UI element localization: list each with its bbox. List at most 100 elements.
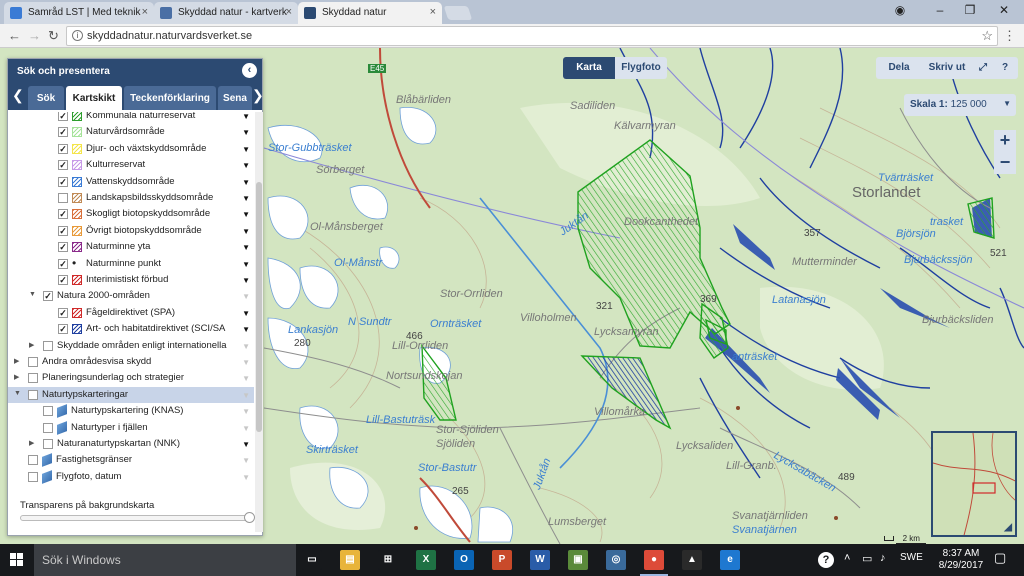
transparency-slider[interactable]	[20, 512, 255, 523]
language-indicator[interactable]: SWE	[900, 552, 923, 563]
print-button[interactable]: Skriv ut	[922, 57, 972, 79]
layer-checkbox[interactable]: ✓	[58, 176, 68, 187]
layer-row[interactable]: ✓ Kommunala naturreservat ▼	[8, 112, 254, 124]
help-icon[interactable]: ?	[994, 57, 1016, 79]
tab-senaste[interactable]: Sena	[218, 86, 252, 110]
layer-row[interactable]: ✓ Naturminne yta ▼	[8, 239, 254, 255]
layer-menu-arrow-icon[interactable]: ▼	[242, 161, 250, 170]
zoom-in-button[interactable]: +	[994, 130, 1016, 152]
layer-menu-arrow-icon[interactable]: ▼	[242, 473, 250, 482]
layer-row[interactable]: ✓ Fågeldirektivet (SPA) ▼	[8, 305, 254, 321]
layer-checkbox[interactable]: ✓	[58, 242, 68, 253]
layer-menu-arrow-icon[interactable]: ▼	[242, 440, 250, 449]
layer-row[interactable]: ✓ Kulturreservat ▼	[8, 157, 254, 173]
layer-menu-arrow-icon[interactable]: ▼	[242, 260, 250, 269]
star-icon[interactable]: ☆	[981, 28, 993, 44]
layer-row[interactable]: Fastighetsgränser ▼	[8, 452, 254, 468]
browser-tab-2[interactable]: Skyddad natur - kartverk ×	[154, 2, 298, 24]
taskbar-search-input[interactable]: Sök i Windows	[34, 544, 296, 576]
layer-menu-arrow-icon[interactable]: ▼	[242, 145, 250, 154]
volume-icon[interactable]: ♪	[880, 552, 886, 564]
collapse-arrow-icon[interactable]: ▼	[29, 291, 36, 298]
layer-row[interactable]: ✓ Naturvårdsområde ▼	[8, 124, 254, 140]
layer-row[interactable]: ✓ Djur- och växtskyddsområde ▼	[8, 141, 254, 157]
view-flygfoto-button[interactable]: Flygfoto	[615, 57, 667, 79]
layer-menu-arrow-icon[interactable]: ▼	[242, 276, 250, 285]
browser-tab-3[interactable]: Skyddad natur ×	[298, 2, 442, 24]
excel-icon[interactable]: X	[416, 550, 436, 570]
layer-row[interactable]: Naturtyper i fjällen ▼	[8, 420, 254, 436]
layer-checkbox[interactable]: ✓	[43, 291, 53, 302]
layer-checkbox[interactable]: ✓	[58, 275, 68, 285]
layer-checkbox[interactable]: ✓	[58, 209, 68, 220]
layer-checkbox[interactable]	[43, 340, 53, 351]
layer-menu-arrow-icon[interactable]: ▼	[242, 342, 250, 351]
layer-row[interactable]: Flygfoto, datum ▼	[8, 469, 254, 485]
overview-collapse-icon[interactable]: ◢	[1004, 522, 1012, 533]
photos-icon[interactable]: ▲	[682, 550, 702, 570]
edge-icon[interactable]: e	[720, 550, 740, 570]
overview-map[interactable]: ◢	[931, 431, 1017, 537]
outlook-icon[interactable]: O	[454, 550, 474, 570]
layer-checkbox[interactable]: ✓	[58, 307, 68, 318]
panel-collapse-icon[interactable]: ‹	[242, 63, 257, 78]
expand-arrow-icon[interactable]: ▶	[29, 341, 34, 349]
task-view-icon[interactable]: ▭	[302, 550, 322, 570]
layer-menu-arrow-icon[interactable]: ▼	[242, 424, 250, 433]
layer-menu-arrow-icon[interactable]: ▼	[242, 210, 250, 219]
scale-selector[interactable]: Skala 1: 125 000 ▼	[904, 94, 1016, 116]
tab-scroll-right-icon[interactable]: ❯	[252, 87, 264, 104]
layer-checkbox[interactable]: ✓	[58, 258, 68, 269]
layer-menu-arrow-icon[interactable]: ▼	[242, 407, 250, 416]
layer-row[interactable]: Naturtypskartering (KNAS) ▼	[8, 403, 254, 419]
minimize-icon[interactable]: –	[930, 3, 950, 17]
layer-checkbox[interactable]: ✓	[58, 160, 68, 171]
layer-checkbox[interactable]: ✓	[58, 112, 68, 121]
layer-checkbox[interactable]	[43, 439, 53, 449]
file-explorer-icon[interactable]: ▤	[340, 550, 360, 570]
layer-menu-arrow-icon[interactable]: ▼	[242, 243, 250, 252]
zoom-out-button[interactable]: −	[994, 152, 1016, 174]
tab-close-icon[interactable]: ×	[142, 6, 148, 18]
transparency-slider-handle[interactable]	[244, 512, 255, 523]
layer-checkbox[interactable]	[43, 406, 53, 417]
layer-checkbox[interactable]	[43, 422, 53, 433]
layer-checkbox[interactable]: ✓	[58, 324, 68, 335]
layer-menu-arrow-icon[interactable]: ▼	[242, 194, 250, 203]
layer-checkbox[interactable]	[28, 455, 38, 466]
network-icon[interactable]: ▭	[862, 552, 872, 565]
layer-row[interactable]: ▶ Naturanaturtypskartan (NNK) ▼	[8, 436, 254, 452]
new-tab-button[interactable]	[443, 6, 473, 20]
view-karta-button[interactable]: Karta	[563, 57, 615, 79]
layer-checkbox[interactable]	[28, 357, 38, 367]
browser-menu-icon[interactable]: ⋮	[1003, 28, 1016, 44]
layer-row[interactable]: ▶ Andra områdesvisa skydd ▼	[8, 354, 254, 370]
layer-row[interactable]: ✓ Art- och habitatdirektivet (SCI/SA ▼	[8, 321, 254, 337]
magnifier-icon[interactable]: ◎	[606, 550, 626, 570]
address-bar[interactable]: i skyddadnatur.naturvardsverket.se ☆	[66, 26, 998, 46]
layer-checkbox[interactable]: ✓	[58, 143, 68, 154]
installer-icon[interactable]: ▣	[568, 550, 588, 570]
tab-sok[interactable]: Sök	[28, 86, 64, 110]
info-icon[interactable]: i	[72, 30, 83, 41]
tab-close-icon[interactable]: ×	[430, 6, 436, 18]
layer-row[interactable]: ✓ Interimistiskt förbud ▼	[8, 272, 254, 288]
back-arrow-icon[interactable]: ←	[8, 28, 21, 43]
profile-icon[interactable]: ◉	[890, 3, 910, 17]
layer-row[interactable]: ✓ • Naturminne punkt ▼	[8, 256, 254, 272]
layer-row[interactable]: ▼ ✓ Natura 2000-områden ▼	[8, 288, 254, 304]
tab-kartskikt[interactable]: Kartskikt	[66, 86, 122, 110]
layer-row[interactable]: ✓ Övrigt biotopskyddsområde ▼	[8, 223, 254, 239]
layer-menu-arrow-icon[interactable]: ▼	[242, 128, 250, 137]
layer-row[interactable]: ✓ Vattenskyddsområde ▼	[8, 174, 254, 190]
chrome-icon[interactable]: ●	[640, 550, 668, 576]
layer-row[interactable]: ▶ Skyddade områden enligt internationella…	[8, 338, 254, 354]
layer-menu-arrow-icon[interactable]: ▼	[242, 309, 250, 318]
tab-teckenforklaring[interactable]: Teckenförklaring	[124, 86, 216, 110]
layer-menu-arrow-icon[interactable]: ▼	[242, 456, 250, 465]
notifications-icon[interactable]: ▢	[994, 550, 1006, 566]
scrollbar-thumb[interactable]	[256, 182, 262, 432]
layer-row[interactable]: ▼ Naturtypskarteringar ▼	[8, 386, 254, 403]
layer-menu-arrow-icon[interactable]: ▼	[242, 374, 250, 383]
share-button[interactable]: Dela	[876, 57, 922, 79]
